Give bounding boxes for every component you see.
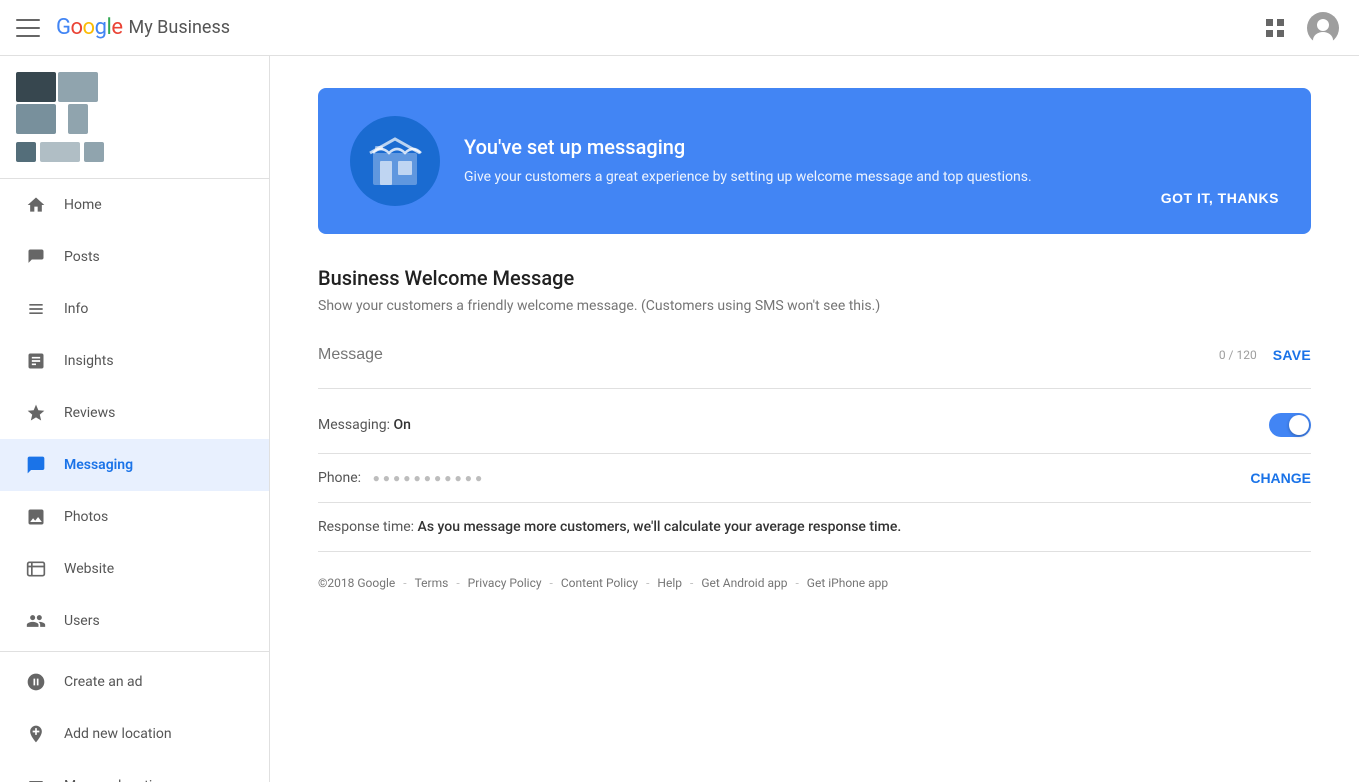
banner-icon (350, 116, 440, 206)
sidebar-item-add-location-label: Add new location (64, 726, 172, 742)
banner-title: You've set up messaging (464, 135, 1137, 159)
messaging-banner: You've set up messaging Give your custom… (318, 88, 1311, 234)
response-value: As you message more customers, we'll cal… (418, 519, 902, 535)
sidebar: Home Posts Info Insights (0, 56, 270, 782)
char-counter: 0 / 120 (1219, 348, 1257, 362)
sidebar-item-reviews[interactable]: Reviews (0, 387, 269, 439)
toggle-knob (1289, 415, 1309, 435)
phone-label-text: Phone: (318, 470, 361, 486)
header-right (1255, 8, 1343, 48)
insights-icon (24, 349, 48, 373)
account-button[interactable] (1303, 8, 1343, 48)
sidebar-item-posts[interactable]: Posts (0, 231, 269, 283)
app-header: Google My Business (0, 0, 1359, 56)
messaging-status-value: On (393, 417, 410, 433)
messaging-toggle[interactable] (1269, 413, 1311, 437)
website-icon (24, 557, 48, 581)
create-ad-icon (24, 670, 48, 694)
biz-details-row (16, 142, 253, 162)
messaging-section: Business Welcome Message Show your custo… (318, 266, 1311, 552)
sidebar-item-manage-locations[interactable]: Manage locations (0, 760, 269, 782)
store-icon (365, 131, 425, 191)
response-time-row: Response time: As you message more custo… (318, 503, 1311, 552)
reviews-icon (24, 401, 48, 425)
phone-value: ●●●●●●●●●●● (373, 471, 486, 485)
copyright: ©2018 Google (318, 576, 395, 590)
main-content: You've set up messaging Give your custom… (270, 56, 1359, 782)
phone-row: Phone: ●●●●●●●●●●● CHANGE (318, 454, 1311, 503)
messaging-icon (24, 453, 48, 477)
sidebar-item-messaging[interactable]: Messaging (0, 439, 269, 491)
save-button[interactable]: SAVE (1273, 347, 1311, 363)
manage-locations-icon (24, 774, 48, 782)
messaging-toggle-row: Messaging: On (318, 397, 1311, 454)
footer-iphone-app[interactable]: Get iPhone app (807, 576, 888, 590)
message-field-row: 0 / 120 SAVE (318, 338, 1311, 372)
biz-logo-blocks (16, 72, 98, 134)
page-footer: ©2018 Google - Terms - Privacy Policy - … (318, 552, 1311, 598)
sidebar-item-website[interactable]: Website (0, 543, 269, 595)
business-logo-text: My Business (128, 17, 230, 38)
footer-android-app[interactable]: Get Android app (701, 576, 787, 590)
message-input[interactable] (318, 338, 1219, 372)
sidebar-nav: Home Posts Info Insights (0, 179, 269, 782)
sidebar-item-info-label: Info (64, 301, 88, 317)
sidebar-item-messaging-label: Messaging (64, 457, 133, 473)
sidebar-item-photos[interactable]: Photos (0, 491, 269, 543)
footer-help[interactable]: Help (657, 576, 682, 590)
sidebar-item-home-label: Home (64, 197, 102, 213)
section-title: Business Welcome Message (318, 266, 1311, 290)
sidebar-item-users-label: Users (64, 613, 100, 629)
body-layout: Home Posts Info Insights (0, 56, 1359, 782)
message-field-container: 0 / 120 SAVE (318, 338, 1311, 389)
messaging-status-label: Messaging: On (318, 417, 411, 433)
sidebar-item-manage-locations-label: Manage locations (64, 778, 175, 782)
posts-icon (24, 245, 48, 269)
messaging-label-text: Messaging: (318, 417, 390, 433)
footer-content-policy[interactable]: Content Policy (561, 576, 638, 590)
sidebar-item-insights[interactable]: Insights (0, 335, 269, 387)
banner-right: GOT IT, THANKS (1161, 116, 1279, 206)
google-apps-button[interactable] (1255, 8, 1295, 48)
sidebar-item-users[interactable]: Users (0, 595, 269, 647)
nav-divider (0, 651, 269, 652)
sidebar-item-create-ad[interactable]: Create an ad (0, 656, 269, 708)
change-phone-button[interactable]: CHANGE (1250, 470, 1311, 486)
got-it-button[interactable]: GOT IT, THANKS (1161, 190, 1279, 206)
footer-privacy[interactable]: Privacy Policy (468, 576, 542, 590)
avatar-icon (1307, 12, 1339, 44)
sidebar-item-home[interactable]: Home (0, 179, 269, 231)
sidebar-item-insights-label: Insights (64, 353, 114, 369)
logo: Google My Business (56, 15, 230, 40)
grid-icon (1265, 18, 1285, 38)
info-icon (24, 297, 48, 321)
add-location-icon (24, 722, 48, 746)
footer-terms[interactable]: Terms (415, 576, 449, 590)
sidebar-item-create-ad-label: Create an ad (64, 674, 143, 690)
photos-icon (24, 505, 48, 529)
phone-label: Phone: ●●●●●●●●●●● (318, 470, 485, 486)
banner-text: You've set up messaging Give your custom… (464, 135, 1137, 188)
users-icon (24, 609, 48, 633)
home-icon (24, 193, 48, 217)
sidebar-item-info[interactable]: Info (0, 283, 269, 335)
sidebar-item-posts-label: Posts (64, 249, 100, 265)
hamburger-menu[interactable] (16, 16, 40, 40)
sidebar-item-reviews-label: Reviews (64, 405, 115, 421)
section-description: Show your customers a friendly welcome m… (318, 298, 1311, 314)
sidebar-item-website-label: Website (64, 561, 114, 577)
header-left: Google My Business (16, 15, 1255, 40)
sidebar-item-add-location[interactable]: Add new location (0, 708, 269, 760)
sidebar-item-photos-label: Photos (64, 509, 108, 525)
google-logo: Google (56, 15, 122, 40)
biz-logo-row (16, 72, 253, 134)
response-label: Response time: (318, 519, 414, 535)
field-actions: 0 / 120 SAVE (1219, 347, 1311, 363)
business-card (0, 56, 269, 179)
banner-description: Give your customers a great experience b… (464, 167, 1137, 188)
